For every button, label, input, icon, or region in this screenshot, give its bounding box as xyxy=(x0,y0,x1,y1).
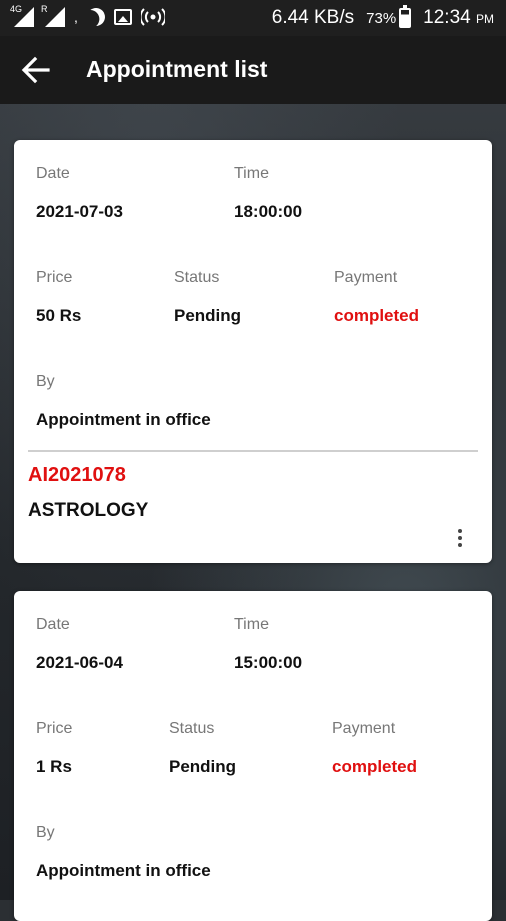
roaming-label: R xyxy=(41,4,48,14)
by-value: Appointment in office xyxy=(36,410,211,429)
service-name: ASTROLOGY xyxy=(28,500,149,521)
payment-value: completed xyxy=(334,306,420,325)
status-label: Status xyxy=(169,720,215,737)
price-label: Price xyxy=(36,720,73,737)
image-notification-icon xyxy=(113,9,132,25)
status-label: Status xyxy=(174,269,220,286)
time-value: 18:00:00 xyxy=(234,202,303,221)
by-value: Appointment in office xyxy=(36,861,211,880)
date-label: Date xyxy=(36,165,70,182)
date-value: 2021-06-04 xyxy=(36,653,123,672)
status-bar: 4G R , 6.44 KB/s 73% 12:34 PM xyxy=(0,0,506,36)
payment-value: completed xyxy=(332,757,418,776)
network-speed: 6.44 KB/s xyxy=(271,7,355,28)
price-label: Price xyxy=(36,269,73,286)
app-bar: Appointment list xyxy=(0,36,506,104)
by-label: By xyxy=(36,824,55,841)
time-label: Time xyxy=(234,165,269,182)
payment-label: Payment xyxy=(334,269,398,286)
page-title: Appointment list xyxy=(86,56,268,82)
time-value: 15:00:00 xyxy=(234,653,303,672)
date-label: Date xyxy=(36,616,70,633)
hotspot-icon xyxy=(140,8,165,26)
clock-ampm: PM xyxy=(476,12,494,26)
appointment-card[interactable]: Date Time 2021-06-04 15:00:00 Price Stat… xyxy=(14,591,492,921)
more-options-icon[interactable] xyxy=(450,525,470,551)
card-divider xyxy=(28,450,478,452)
appointment-code: AI2021078 xyxy=(28,464,126,486)
by-label: By xyxy=(36,373,55,390)
price-value: 1 Rs xyxy=(36,757,72,776)
signal-4g-icon: 4G xyxy=(10,4,34,27)
appointment-card[interactable]: Date Time 2021-07-03 18:00:00 Price Stat… xyxy=(14,140,492,563)
status-value: Pending xyxy=(169,757,237,776)
network-type-label: 4G xyxy=(10,4,23,14)
payment-label: Payment xyxy=(332,720,396,737)
separator-comma: , xyxy=(74,9,78,25)
time-label: Time xyxy=(234,616,269,633)
clock-time: 12:34 xyxy=(423,7,471,28)
battery-icon xyxy=(399,5,412,28)
signal-roaming-icon: R xyxy=(41,4,65,27)
date-value: 2021-07-03 xyxy=(36,202,123,221)
battery-percent: 73% xyxy=(366,9,397,27)
price-value: 50 Rs xyxy=(36,306,82,325)
do-not-disturb-icon xyxy=(84,5,107,28)
back-arrow-icon[interactable] xyxy=(20,54,52,86)
status-value: Pending xyxy=(174,306,242,325)
